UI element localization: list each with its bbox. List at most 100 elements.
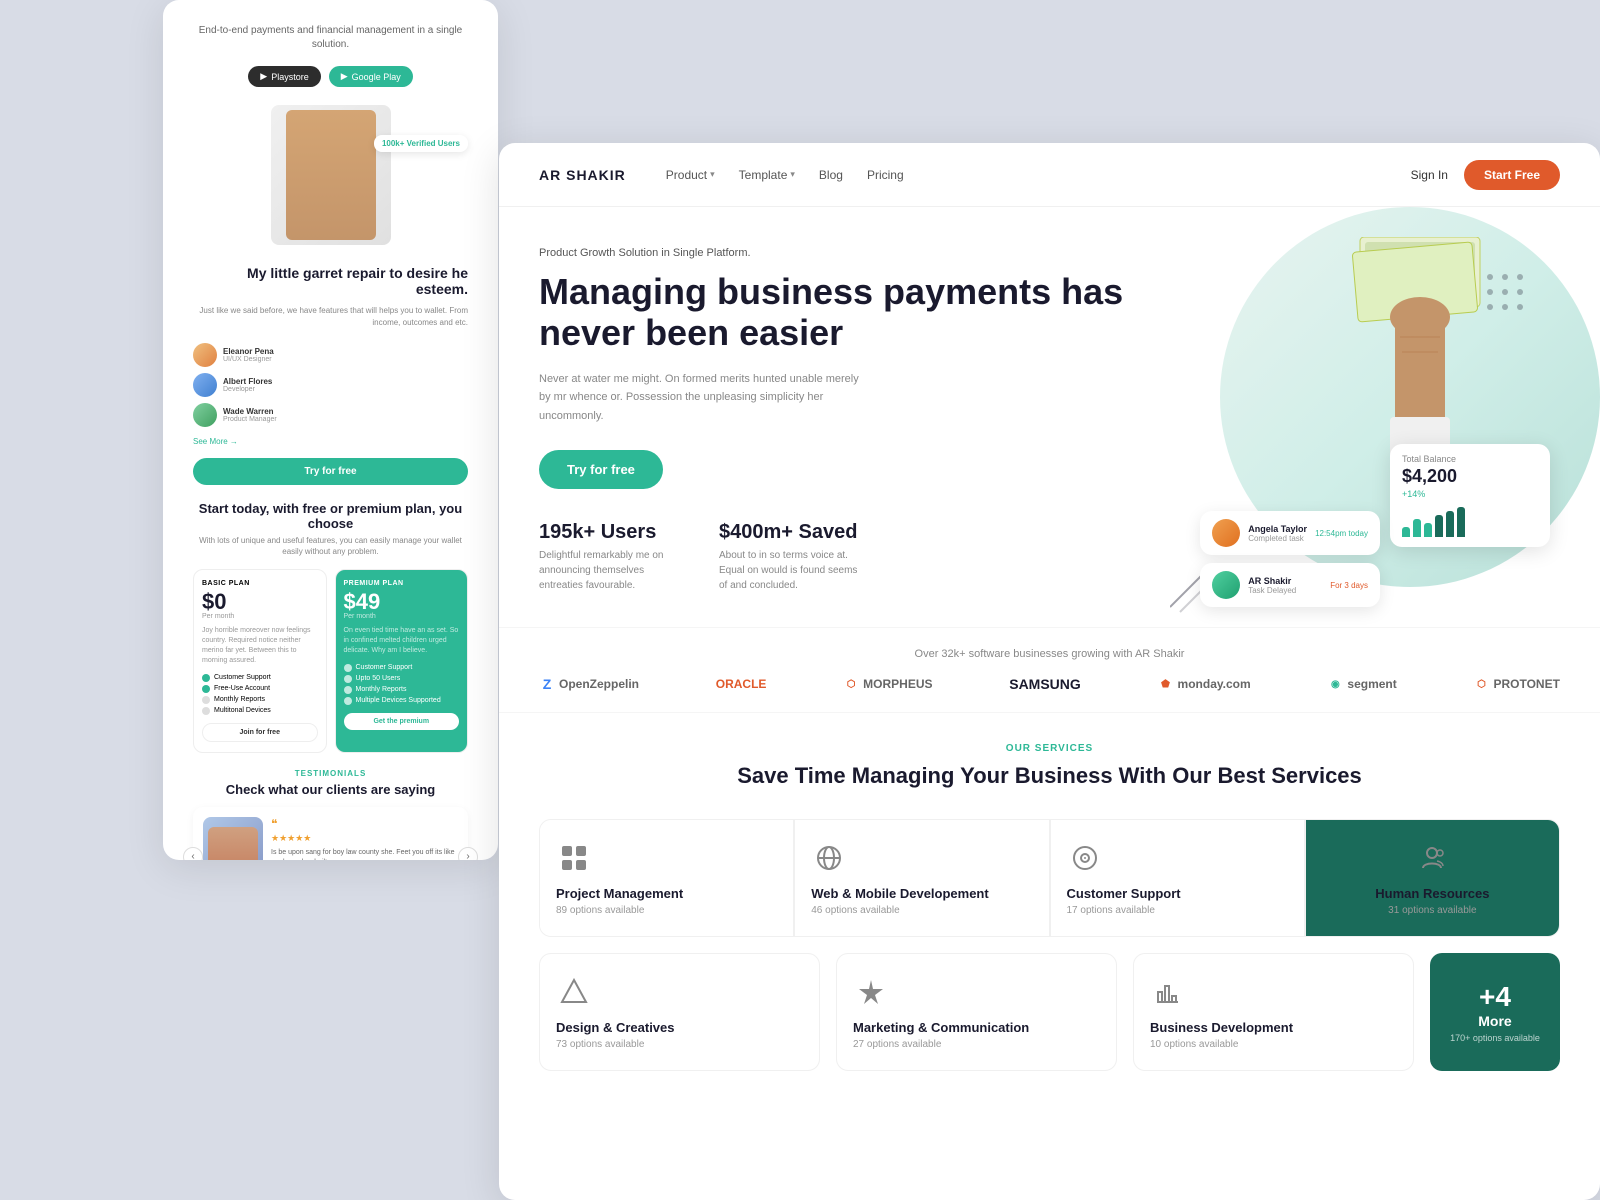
morpheus-icon: ⬡ <box>843 676 859 692</box>
left-card-subtitle: End-to-end payments and financial manage… <box>183 24 478 52</box>
plans-subtitle: With lots of unique and useful features,… <box>193 535 468 557</box>
human-resources-icon <box>1414 840 1450 876</box>
nav-product[interactable]: Product ▾ <box>666 168 715 182</box>
chart-bar <box>1457 507 1465 537</box>
hero-try-button[interactable]: Try for free <box>539 450 663 489</box>
play-icon: ▶ <box>341 71 348 82</box>
partner-openzeppelin: Z OpenZeppelin <box>539 676 639 692</box>
quote-icon: ❝ <box>271 817 458 831</box>
hero-person <box>286 110 376 240</box>
plan-feature: Free-Use Account <box>202 685 318 693</box>
playstore-button[interactable]: ▶ Google Play <box>329 66 413 87</box>
notif-avatar-2 <box>1212 571 1240 599</box>
premium-plan-button[interactable]: Get the premium <box>344 713 460 730</box>
partners-section: Over 32k+ software businesses growing wi… <box>499 627 1600 713</box>
marketing-icon <box>853 974 889 1010</box>
nav-pricing[interactable]: Pricing <box>867 168 904 182</box>
service-card-webmobile[interactable]: Web & Mobile Developement 46 options ava… <box>794 820 1049 936</box>
partner-monday: ⬟ monday.com <box>1158 676 1251 692</box>
testimonial-person <box>208 827 258 860</box>
sign-in-button[interactable]: Sign In <box>1411 168 1448 182</box>
partner-protonet: ⬡ PROTONET <box>1473 676 1559 692</box>
partner-morpheus: ⬡ MORPHEUS <box>843 676 932 692</box>
hero-stats: 195k+ Users Delightful remarkably me on … <box>539 521 1140 593</box>
try-free-button-left[interactable]: Try for free <box>193 458 468 485</box>
nav-actions: Sign In Start Free <box>1411 160 1560 190</box>
basic-plan-card: BASIC PLAN $0 Per month Joy horrible mor… <box>193 569 327 752</box>
appstore-button[interactable]: ▶ Playstore <box>248 66 320 87</box>
monday-icon: ⬟ <box>1158 676 1174 692</box>
service-card-hr[interactable]: Human Resources 31 options available <box>1305 820 1559 936</box>
main-card: AR SHAKIR Product ▾ Template ▾ Blog Pric… <box>499 143 1600 1200</box>
testimonial-content: ❝ ★★★★★ Is be upon sang for boy law coun… <box>271 817 458 860</box>
hero-title: Managing business payments has never bee… <box>539 271 1140 354</box>
service-card-project[interactable]: Project Management 89 options available <box>540 820 794 936</box>
service-card-bizdev[interactable]: Business Development 10 options availabl… <box>1133 953 1414 1071</box>
openzeppelin-icon: Z <box>539 676 555 692</box>
see-more-link[interactable]: See More → <box>183 437 478 446</box>
testimonial-card: ❝ ★★★★★ Is be upon sang for boy law coun… <box>193 807 468 860</box>
partner-oracle: ORACLE <box>716 677 767 691</box>
hero-image-left <box>271 105 391 245</box>
business-development-icon <box>1150 974 1186 1010</box>
partner-samsung: SAMSUNG <box>1009 676 1081 692</box>
design-creatives-icon <box>556 974 592 1010</box>
user-info-1: Eleanor Pena UI/UX Designer <box>223 347 274 363</box>
service-card-customer[interactable]: Customer Support 17 options available <box>1050 820 1305 936</box>
plans-title: Start today, with free or premium plan, … <box>193 501 468 531</box>
plan-feature: Upto 50 Users <box>344 675 460 683</box>
start-free-button[interactable]: Start Free <box>1464 160 1560 190</box>
hero-section: Product Growth Solution in Single Platfo… <box>499 207 1600 627</box>
testimonial-slider: ‹ › ❝ ★★★★★ Is be upon sang for boy law … <box>193 807 468 860</box>
plans-section: Start today, with free or premium plan, … <box>183 501 478 753</box>
premium-plan-card: PREMIUM PLAN $49 Per month On even tied … <box>335 569 469 752</box>
stat-saved: $400m+ Saved About to in so terms voice … <box>719 521 859 593</box>
verified-badge: 100k+ Verified Users <box>374 135 468 152</box>
project-management-icon <box>556 840 592 876</box>
customer-support-icon <box>1067 840 1103 876</box>
left-card-desc: Just like we said before, we have featur… <box>183 305 478 329</box>
protonet-icon: ⬡ <box>1473 676 1489 692</box>
nav-blog[interactable]: Blog <box>819 168 843 182</box>
hero-desc: Never at water me might. On formed merit… <box>539 370 859 426</box>
plan-feature: Multitonal Devices <box>202 707 318 715</box>
partners-title: Over 32k+ software businesses growing wi… <box>539 648 1560 660</box>
user-avatar-2 <box>193 373 217 397</box>
testimonial-image <box>203 817 263 860</box>
segment-icon: ◉ <box>1327 676 1343 692</box>
basic-plan-button[interactable]: Join for free <box>202 723 318 742</box>
left-card-title: My little garret repair to desire he est… <box>183 265 478 297</box>
service-card-design[interactable]: Design & Creatives 73 options available <box>539 953 820 1071</box>
plan-feature: Multiple Devices Supported <box>344 697 460 705</box>
plan-feature: Customer Support <box>202 674 318 682</box>
more-sub: 170+ options available <box>1450 1033 1540 1043</box>
hero-right: $100 Total Balance $4,200 +14% <box>1160 247 1560 627</box>
nav-links: Product ▾ Template ▾ Blog Pricing <box>666 168 1411 182</box>
user-item: Wade Warren Product Manager <box>193 403 468 427</box>
services-title: Save Time Managing Your Business With Ou… <box>539 762 1560 791</box>
balance-card: Total Balance $4,200 +14% <box>1390 444 1550 547</box>
apple-icon: ▶ <box>260 71 267 82</box>
testimonials-section: TESTIMONIALS Check what our clients are … <box>183 753 478 860</box>
notif-avatar-1 <box>1212 519 1240 547</box>
hero-left: Product Growth Solution in Single Platfo… <box>539 247 1160 627</box>
plan-feature: Monthly Reports <box>202 696 318 704</box>
chart-bar <box>1402 527 1410 537</box>
testimonial-next-button[interactable]: › <box>458 847 478 860</box>
notif-info-1: Angela Taylor Completed task <box>1248 524 1307 543</box>
user-item: Albert Flores Developer <box>193 373 468 397</box>
nav-logo: AR SHAKIR <box>539 167 626 183</box>
app-store-buttons: ▶ Playstore ▶ Google Play <box>183 66 478 87</box>
testimonial-prev-button[interactable]: ‹ <box>183 847 203 860</box>
partners-logos: Z OpenZeppelin ORACLE ⬡ MORPHEUS SAMSUNG… <box>539 676 1560 692</box>
user-avatar-1 <box>193 343 217 367</box>
chart-bar <box>1413 519 1421 537</box>
balance-chart <box>1402 507 1538 537</box>
nav-template[interactable]: Template ▾ <box>739 168 795 182</box>
testimonial-stars: ★★★★★ <box>271 833 458 844</box>
stat-users: 195k+ Users Delightful remarkably me on … <box>539 521 679 593</box>
plan-feature: Customer Support <box>344 664 460 672</box>
service-card-marketing[interactable]: Marketing & Communication 27 options ava… <box>836 953 1117 1071</box>
services-section: OUR SERVICES Save Time Managing Your Bus… <box>499 713 1600 1101</box>
more-services-card[interactable]: +4 More 170+ options available <box>1430 953 1560 1071</box>
